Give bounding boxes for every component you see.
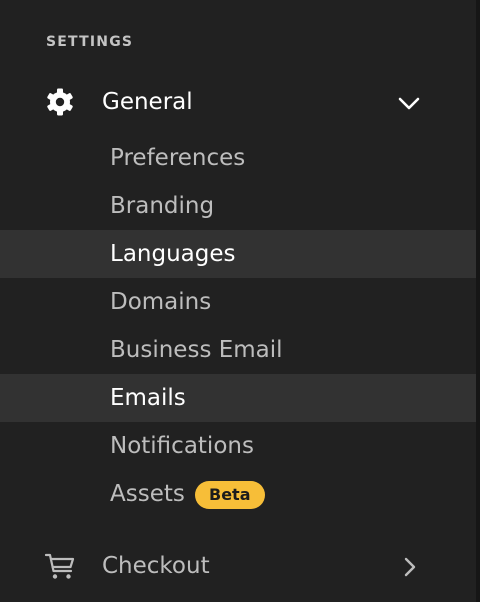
submenu-item-branding[interactable]: Branding: [0, 182, 476, 230]
submenu-item-label: Domains: [110, 289, 212, 315]
nav-group-general-label: General: [102, 89, 193, 115]
submenu-item-domains[interactable]: Domains: [0, 278, 476, 326]
cart-icon: [44, 550, 76, 582]
general-submenu: Preferences Branding Languages Domains B…: [0, 134, 476, 518]
submenu-item-label: Languages: [110, 241, 236, 267]
nav-group-checkout[interactable]: Checkout: [0, 542, 476, 590]
gear-icon: [44, 86, 76, 118]
submenu-item-emails[interactable]: Emails: [0, 374, 476, 422]
submenu-item-label: Assets: [110, 481, 185, 507]
section-heading-settings: SETTINGS: [46, 34, 134, 50]
submenu-item-label: Notifications: [110, 433, 254, 459]
submenu-item-business-email[interactable]: Business Email: [0, 326, 476, 374]
beta-badge: Beta: [195, 481, 265, 509]
submenu-item-notifications[interactable]: Notifications: [0, 422, 476, 470]
nav-group-general[interactable]: General: [0, 78, 476, 126]
chevron-down-icon[interactable]: [396, 90, 422, 116]
chevron-right-icon[interactable]: [396, 554, 422, 580]
submenu-item-label: Emails: [110, 385, 186, 411]
submenu-item-label: Branding: [110, 193, 215, 219]
submenu-item-assets[interactable]: Assets Beta: [0, 470, 476, 518]
submenu-item-label: Preferences: [110, 145, 246, 171]
submenu-item-preferences[interactable]: Preferences: [0, 134, 476, 182]
sidebar-edge-divider: [476, 0, 480, 602]
submenu-item-languages[interactable]: Languages: [0, 230, 476, 278]
settings-sidebar: SETTINGS General Preferences Branding La…: [0, 0, 476, 602]
submenu-item-label: Business Email: [110, 337, 283, 363]
nav-group-checkout-label: Checkout: [102, 553, 210, 579]
